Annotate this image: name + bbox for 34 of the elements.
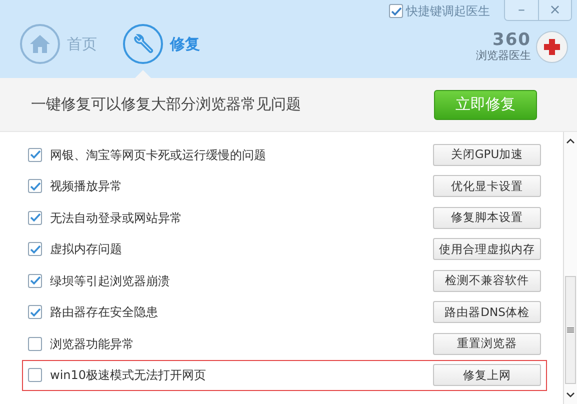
brand-number: 360 [492, 32, 531, 49]
fix-button[interactable]: 修复脚本设置 [433, 206, 541, 229]
medical-cross-icon [535, 30, 569, 64]
fix-button[interactable]: 重置浏览器 [433, 332, 541, 355]
item-label: 视频播放异常 [50, 178, 122, 196]
item-label: 绿坝等引起浏览器崩溃 [50, 272, 170, 290]
fix-button[interactable]: 修复上网 [433, 364, 541, 386]
item-label: 网银、淘宝等网页卡死或运行缓慢的问题 [50, 146, 266, 164]
fix-button[interactable]: 优化显卡设置 [433, 175, 541, 198]
banner-text: 一键修复可以修复大部分浏览器常见问题 [31, 94, 301, 116]
home-icon [20, 24, 60, 64]
fix-button[interactable]: 检测不兼容软件 [433, 270, 541, 292]
scrollbar-thumb[interactable] [565, 276, 576, 384]
fix-button[interactable]: 使用合理虚拟内存 [433, 238, 541, 260]
hotkey-label: 快捷键调起医生 [406, 3, 490, 20]
checkbox[interactable] [28, 242, 42, 256]
scrollbar[interactable] [563, 132, 577, 404]
wrench-icon [123, 24, 163, 64]
brand-name: 浏览器医生 [476, 48, 531, 62]
fix-button[interactable]: 关闭GPU加速 [433, 144, 541, 166]
checkbox[interactable] [28, 148, 42, 162]
checkbox[interactable] [389, 4, 403, 18]
item-label: 虚拟内存问题 [50, 241, 122, 258]
item-label: 浏览器功能异常 [50, 336, 134, 353]
item-label: 路由器存在安全隐患 [50, 304, 158, 322]
item-label: win10极速模式无法打开网页 [50, 367, 206, 384]
checkbox[interactable] [28, 305, 42, 320]
item-label: 无法自动登录或网站异常 [50, 210, 182, 227]
checkbox[interactable] [28, 179, 42, 194]
checkbox[interactable] [28, 274, 42, 288]
checkbox[interactable] [28, 336, 42, 351]
checkbox[interactable] [28, 210, 42, 225]
checkbox[interactable] [28, 368, 42, 382]
fix-button[interactable]: 路由器DNS体检 [433, 301, 541, 324]
